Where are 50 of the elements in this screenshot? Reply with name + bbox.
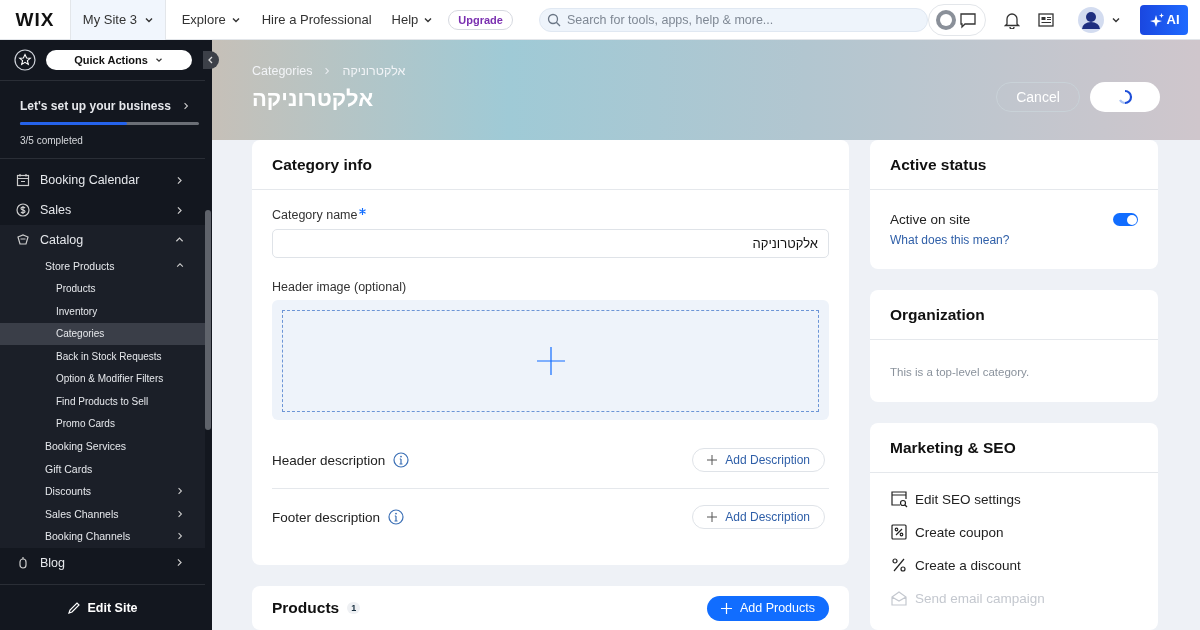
- setup-link[interactable]: Let's set up your business: [20, 99, 199, 113]
- sidebar-subitem[interactable]: Gift Cards: [0, 457, 205, 480]
- field-label: Category name: [272, 208, 358, 222]
- sidebar-subitem[interactable]: Booking Services: [0, 435, 205, 458]
- marketing-action[interactable]: Edit SEO settings: [890, 489, 1138, 509]
- site-selector[interactable]: My Site 3: [69, 0, 166, 40]
- top-menu-item[interactable]: Help: [381, 12, 445, 27]
- help-link[interactable]: What does this mean?: [890, 233, 1138, 247]
- sidebar-subitem[interactable]: Categories: [0, 322, 205, 345]
- card-title: Active status: [870, 140, 1158, 190]
- organization-text: This is a top-level category.: [890, 366, 1030, 378]
- count-badge: 1: [347, 602, 361, 614]
- field-label: Header image (optional): [272, 280, 407, 294]
- ai-button[interactable]: AI: [1140, 4, 1188, 35]
- toggle-label: Active on site: [890, 212, 971, 227]
- sidebar-subitem[interactable]: Find Products to Sell: [0, 390, 205, 413]
- sidebar-subitem[interactable]: Inventory: [0, 300, 205, 323]
- add-description-button[interactable]: Add Description: [692, 448, 825, 472]
- add-products-button[interactable]: Add Products: [706, 595, 829, 621]
- search-field[interactable]: Search for tools, apps, help & more...: [538, 7, 928, 32]
- top-menu-item[interactable]: Explore: [171, 12, 252, 27]
- description-label: Footer description: [272, 509, 381, 525]
- upgrade-button[interactable]: Upgrade: [448, 9, 513, 30]
- sidebar-item[interactable]: Catalog: [0, 225, 205, 255]
- marketing-action[interactable]: Create coupon: [890, 522, 1138, 542]
- sidebar-subitem[interactable]: Promo Cards: [0, 412, 205, 435]
- marketing-action[interactable]: Create a discount: [890, 555, 1138, 575]
- sidebar-item[interactable]: Sales: [0, 195, 205, 225]
- sidebar-subitem[interactable]: Back in Stock Requests: [0, 345, 205, 368]
- top-menu-item[interactable]: Hire a Professional: [251, 12, 382, 27]
- add-description-button[interactable]: Add Description: [692, 505, 825, 529]
- sidebar-subitem[interactable]: Products: [0, 277, 205, 300]
- sidebar-subitem[interactable]: Sales Channels: [0, 502, 205, 525]
- card-title: Category info: [252, 140, 849, 190]
- card-title: Organization: [870, 290, 1158, 340]
- card-title: Products: [272, 599, 340, 617]
- page-title: אלקטרוניקה: [252, 86, 374, 112]
- sidebar-subitem[interactable]: Option & Modifier Filters: [0, 367, 205, 390]
- category-name-input[interactable]: אלקטרוניקה: [272, 229, 829, 258]
- sidebar-subitem[interactable]: Booking Channels: [0, 525, 205, 548]
- sidebar-item[interactable]: Blog: [0, 547, 205, 578]
- description-label: Header description: [272, 452, 386, 468]
- progress-text: 3/5 completed: [20, 135, 84, 146]
- quick-actions-button[interactable]: Quick Actions: [46, 50, 192, 70]
- wix-logo[interactable]: WIX: [0, 8, 70, 31]
- sidebar-subitem[interactable]: Store Products: [0, 255, 205, 278]
- sidebar-subitem[interactable]: Discounts: [0, 480, 205, 503]
- sidebar-item[interactable]: Booking Calendar: [0, 165, 205, 195]
- card-title: Marketing & SEO: [870, 423, 1158, 473]
- breadcrumb-current: אלקטרוניקה: [342, 64, 406, 78]
